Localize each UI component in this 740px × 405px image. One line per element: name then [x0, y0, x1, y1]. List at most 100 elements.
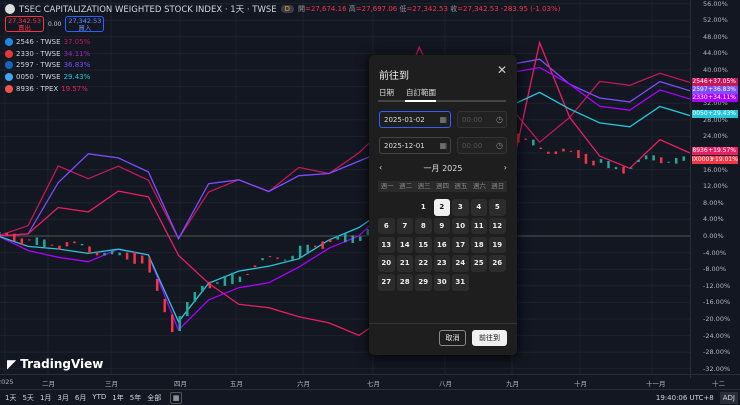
candle [569, 150, 573, 152]
calendar-day[interactable]: 12 [489, 217, 506, 235]
calendar-day[interactable]: 22 [415, 255, 432, 272]
start-date-input[interactable]: 2025-01-02 ▦ [379, 111, 451, 128]
branding-text: TradingView [20, 357, 104, 371]
calendar-day[interactable]: 17 [452, 236, 469, 254]
calendar-icon[interactable]: ▦ [439, 115, 447, 124]
tab-date[interactable]: 日期 [379, 87, 394, 98]
calendar-day[interactable]: 18 [470, 236, 487, 254]
price-tag-IX0001: IX0001 +19.01% [692, 156, 738, 165]
candle [291, 255, 294, 260]
range-button[interactable]: 6月 [75, 393, 86, 403]
go-button[interactable]: 前往到 [472, 330, 507, 346]
calendar-day[interactable]: 23 [433, 255, 450, 272]
data-status-badge[interactable]: D [280, 5, 295, 13]
end-date-input[interactable]: 2025-12-01 ▦ [379, 137, 451, 154]
tradingview-logo[interactable]: ◤ TradingView [7, 357, 103, 371]
range-button[interactable]: 3月 [57, 393, 68, 403]
calendar-icon[interactable]: ▦ [439, 141, 447, 150]
calendar-day[interactable]: 16 [433, 236, 450, 254]
tag-symbol: 8936 [692, 146, 708, 154]
calendar-day[interactable]: 1 [415, 199, 432, 216]
calendar-day[interactable]: 9 [433, 217, 450, 235]
calendar-day[interactable]: 5 [489, 199, 506, 216]
candle [65, 242, 69, 247]
next-month-button[interactable]: › [504, 163, 507, 174]
adj-button[interactable]: ADJ [719, 391, 738, 404]
calendar-day[interactable]: 20 [378, 255, 395, 272]
clock[interactable]: 19:40:06 UTC+8 [656, 394, 714, 402]
candle [344, 233, 347, 243]
candle [80, 243, 84, 246]
calendar-day[interactable]: 6 [378, 217, 395, 235]
candle [268, 256, 272, 258]
candle [614, 167, 618, 170]
legend-pct: 29.43% [63, 72, 91, 81]
compare-legend: 2546 · TWSE 37.05% 2330 · TWSE 34.11% 2597 ·… [5, 36, 90, 94]
candle [178, 316, 182, 332]
legend-item[interactable]: 8936 · TPEX 19.57% [5, 83, 90, 95]
time-axis[interactable]: 2025 二月 三月 四月 五月 六月 七月 八月 九月 十月 十一月 十二 [0, 374, 740, 388]
price-tag-2330: 2330 +34.11% [692, 94, 738, 103]
candle [321, 241, 324, 249]
sell-button[interactable]: 27,342.53 賣出 [5, 16, 44, 32]
prev-month-button[interactable]: ‹ [379, 163, 382, 174]
clock-icon: ◷ [496, 141, 503, 150]
range-button[interactable]: 1年 [112, 393, 123, 403]
trade-panel: 27,342.53 賣出 0.00 27,342.53 買入 [5, 16, 105, 32]
range-button[interactable]: 1月 [40, 393, 51, 403]
calendar-day[interactable]: 2 [433, 199, 450, 216]
range-button[interactable]: 全部 [147, 393, 161, 403]
symbol-header: TSEC CAPITALIZATION WEIGHTED STOCK INDEX… [5, 3, 560, 15]
chart-canvas[interactable] [0, 0, 690, 374]
calendar-day[interactable]: 28 [396, 274, 413, 291]
x-tick-label: 七月 [367, 380, 380, 388]
candle [283, 259, 287, 261]
calendar-day[interactable]: 25 [470, 255, 487, 272]
calendar-day[interactable]: 29 [415, 274, 432, 291]
calendar-day[interactable]: 21 [396, 255, 413, 272]
y-tick-label: -32.00% [703, 364, 731, 373]
legend-item[interactable]: 2330 · TWSE 34.11% [5, 48, 90, 60]
legend-item[interactable]: 2546 · TWSE 37.05% [5, 36, 90, 48]
range-button[interactable]: YTD [92, 393, 106, 403]
candle [186, 301, 189, 317]
cancel-button[interactable]: 取消 [439, 330, 466, 346]
weekday-label: 週五 [454, 182, 468, 190]
calendar-day[interactable]: 26 [489, 255, 506, 272]
calendar-day[interactable]: 27 [378, 274, 395, 291]
legend-item[interactable]: 0050 · TWSE 29.43% [5, 71, 90, 83]
close-icon[interactable]: ✕ [497, 63, 507, 77]
calendar-day[interactable]: 14 [396, 236, 413, 254]
calendar-day[interactable]: 10 [452, 217, 469, 235]
range-button[interactable]: 1天 [5, 393, 16, 403]
candle [5, 232, 9, 236]
legend-item[interactable]: 2597 · TWSE 36.83% [5, 59, 90, 71]
calendar-day[interactable]: 30 [433, 274, 450, 291]
goto-date-icon[interactable]: ▦ [170, 391, 183, 404]
calendar-day[interactable]: 8 [415, 217, 432, 235]
calendar-day[interactable]: 3 [452, 199, 469, 216]
weekday-label: 週日 [491, 182, 505, 190]
calendar-day[interactable]: 7 [396, 217, 413, 235]
calendar-day[interactable]: 13 [378, 236, 395, 254]
buy-button[interactable]: 27,342.53 買入 [65, 16, 105, 32]
calendar-day[interactable]: 15 [415, 236, 432, 254]
calendar-day[interactable]: 11 [470, 217, 487, 235]
tag-value: +19.01% [710, 156, 738, 164]
calendar-day[interactable]: 4 [470, 199, 487, 216]
candle [682, 156, 685, 161]
legend-pct: 34.11% [63, 49, 91, 58]
end-time-value: 00:00 [462, 142, 483, 150]
range-button[interactable]: 5天 [22, 393, 33, 403]
tab-custom-range[interactable]: 自訂範圍 [406, 87, 436, 98]
calendar-day[interactable]: 19 [489, 236, 506, 254]
range-button[interactable]: 5年 [130, 393, 141, 403]
price-axis[interactable]: 56.00%52.00%48.00%44.00%40.00%36.00%32.0… [690, 0, 740, 378]
calendar-day[interactable]: 31 [452, 274, 469, 291]
calendar-day[interactable]: 24 [452, 255, 469, 272]
candle [50, 244, 54, 246]
sell-label: 賣出 [18, 24, 31, 32]
ohlc-value: =27,697.06 [355, 5, 400, 13]
candle [103, 252, 106, 256]
symbol-title[interactable]: TSEC CAPITALIZATION WEIGHTED STOCK INDEX… [19, 3, 277, 15]
